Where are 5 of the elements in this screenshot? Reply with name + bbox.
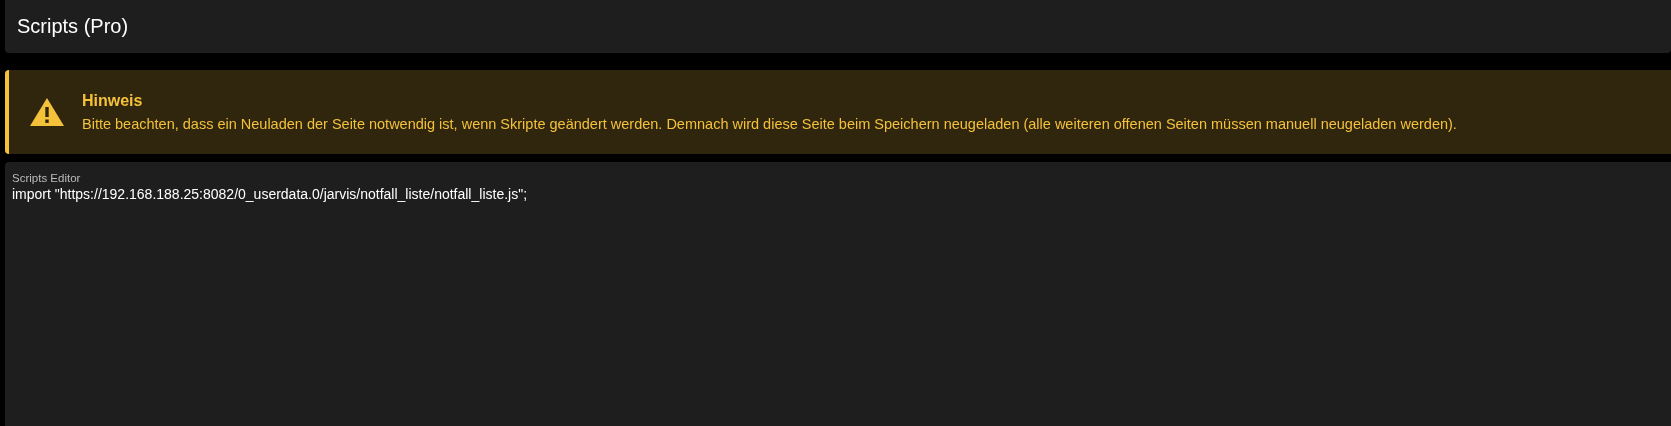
script-editor-field[interactable]: Scripts Editor import "https://192.168.188.25:8082/0_userdata.0/jarvis/notfall_liste/notfall_liste.js"; (5, 162, 1671, 426)
alert-title: Hinweis (82, 92, 144, 110)
alert-message: Bitte beachten, dass ein Neuladen der Seite notwendig ist, wenn Skripte geändert werden. Demnach wird diese Seite beim Speichern neugeladen (alle weiteren offenen Seiten müssen manuell neugeladen werden). (82, 116, 1457, 132)
page-title: Scripts (Pro) (17, 15, 129, 38)
warning-icon (29, 97, 65, 127)
